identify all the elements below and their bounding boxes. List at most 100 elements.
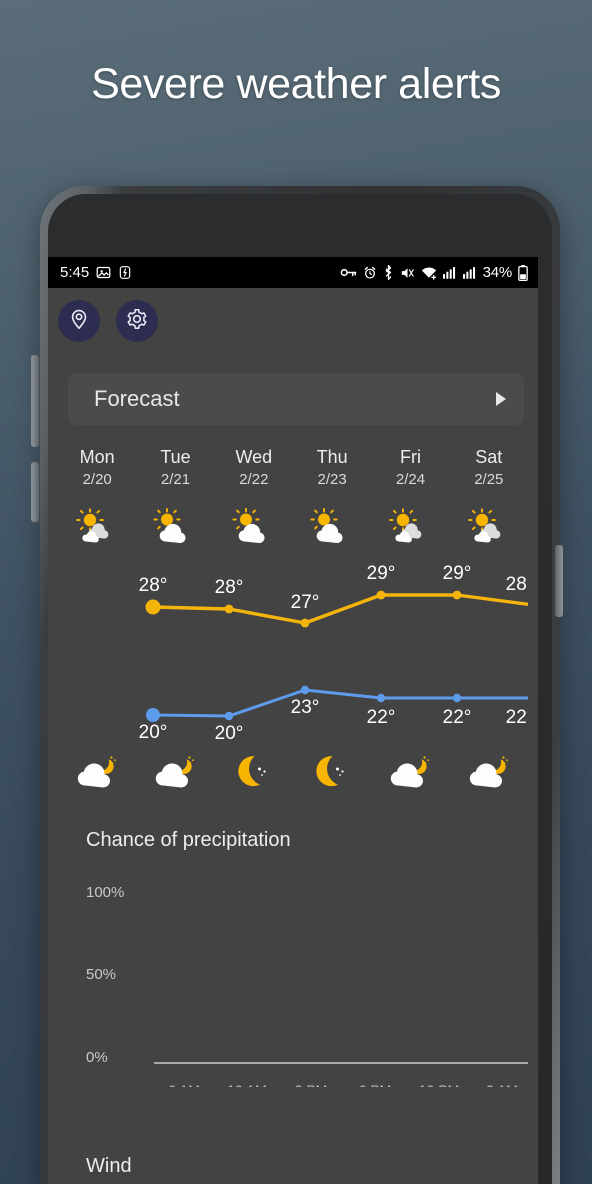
icon-cell: [371, 751, 449, 795]
phone-top-bezel: [48, 194, 552, 266]
low-temp-point: [146, 708, 160, 722]
precip-x-tick: 2 PM: [295, 1082, 328, 1087]
day-column[interactable]: Sat 2/25: [450, 447, 528, 503]
low-temp-point: [224, 711, 234, 721]
wifi-icon: [421, 266, 437, 280]
low-temp-point: [376, 693, 386, 703]
gear-icon: [126, 308, 148, 335]
sun-behind-cloud-icon: [387, 507, 433, 548]
alarm-icon: [363, 266, 377, 280]
forecast-label: Forecast: [94, 386, 180, 411]
status-bar-clock: 5:45: [60, 264, 90, 281]
day-column[interactable]: Mon 2/20: [58, 447, 136, 503]
status-bar-left: 5:45: [60, 264, 132, 281]
precip-x-tick: 2 AM: [486, 1082, 518, 1087]
sun-behind-cloud-icon: [309, 507, 355, 548]
high-temp-value: 28°: [215, 577, 244, 598]
high-temp-point: [376, 590, 386, 600]
icon-cell: [58, 751, 136, 795]
precip-x-tick: 6 PM: [359, 1082, 392, 1087]
precip-x-tick: 6 AM: [168, 1082, 200, 1087]
icon-cell: [293, 505, 371, 549]
crescent-moon-icon: [311, 754, 353, 793]
day-name: Tue: [160, 447, 191, 467]
app-badge-icon: [118, 265, 132, 280]
low-temp-line: [151, 688, 528, 718]
forecast-section-button[interactable]: Forecast: [68, 373, 524, 425]
high-temperature-chart: 28° 28° 27° 29° 29° 28°: [58, 557, 528, 657]
icon-cell: [136, 751, 214, 795]
top-action-buttons: [58, 300, 158, 342]
icon-cell: [450, 505, 528, 549]
image-icon: [96, 265, 111, 280]
low-temp-point: [452, 693, 462, 703]
page-title: Severe weather alerts: [91, 60, 501, 108]
day-column[interactable]: Fri 2/24: [371, 447, 449, 503]
mute-icon: [400, 266, 415, 280]
signal-sim2-icon: [462, 266, 477, 279]
sun-behind-cloud-icon: [152, 507, 198, 548]
low-temp-value: 22°: [443, 707, 472, 728]
forecast-days-header: Mon 2/20 Tue 2/21 Wed 2/22 Thu 2/23 Fri …: [58, 447, 528, 503]
precip-y-label: 100%: [86, 884, 124, 901]
volume-up-button[interactable]: [31, 355, 39, 447]
precip-y-label: 50%: [86, 966, 116, 983]
sun-behind-cloud-icon: [74, 507, 120, 548]
day-name: Mon: [79, 447, 115, 467]
battery-percent-label: 34%: [482, 264, 513, 281]
icon-cell: [450, 751, 528, 795]
day-date: 2/23: [317, 471, 347, 488]
icon-cell: [136, 505, 214, 549]
day-name: Wed: [235, 447, 273, 467]
high-temp-value: 27°: [291, 592, 320, 613]
crescent-moon-icon: [233, 754, 275, 793]
icon-cell: [215, 751, 293, 795]
high-temp-point: [452, 590, 462, 600]
battery-icon: [518, 264, 528, 281]
moon-behind-cloud-icon: [466, 754, 512, 793]
precip-y-label: 0%: [86, 1049, 108, 1066]
moon-behind-cloud-icon: [387, 754, 433, 793]
moon-behind-cloud-icon: [152, 754, 198, 793]
day-column[interactable]: Thu 2/23: [293, 447, 371, 503]
power-button[interactable]: [555, 545, 563, 617]
icon-cell: [293, 751, 371, 795]
icon-cell: [371, 505, 449, 549]
bluetooth-icon: [383, 265, 394, 280]
high-temp-point: [145, 599, 161, 615]
phone-screen: 5:45 34% Forecast Mon 2/20 Tue 2/21 Wed …: [48, 257, 538, 1184]
icon-cell: [215, 505, 293, 549]
high-temp-line: [151, 593, 528, 625]
settings-button[interactable]: [116, 300, 158, 342]
precip-x-tick: 10 PM: [419, 1082, 459, 1087]
chevron-right-icon: [496, 392, 506, 406]
low-temperature-chart: 20° 20° 23° 22° 22° 22°: [58, 653, 528, 753]
sun-behind-cloud-icon: [231, 507, 277, 548]
high-temp-point: [300, 618, 310, 628]
high-temp-point: [224, 604, 234, 614]
low-temp-value: 22°: [506, 707, 528, 728]
icon-cell: [58, 505, 136, 549]
day-date: 2/25: [474, 471, 504, 488]
low-temp-value: 23°: [291, 697, 320, 718]
sun-behind-cloud-icon: [466, 507, 512, 548]
volume-down-button[interactable]: [31, 462, 39, 522]
high-temp-value: 28°: [506, 574, 528, 595]
high-temp-value: 29°: [367, 563, 396, 584]
location-button[interactable]: [58, 300, 100, 342]
wind-section-title: Wind: [86, 1155, 132, 1177]
vpn-key-icon: [340, 266, 357, 279]
day-date: 2/21: [160, 471, 191, 488]
day-date: 2/24: [395, 471, 426, 488]
day-column[interactable]: Wed 2/22: [215, 447, 293, 503]
day-date: 2/22: [239, 471, 269, 488]
signal-sim1-icon: [442, 266, 457, 279]
daytime-condition-icons: [58, 505, 528, 549]
precip-x-tick: 10 AM: [227, 1082, 267, 1087]
precipitation-chart: 100% 50% 0% 6 AM 10 AM 2 PM 6 PM 10 PM 2…: [58, 867, 528, 1087]
day-name: Thu: [316, 447, 348, 467]
day-column[interactable]: Tue 2/21: [136, 447, 214, 503]
high-temp-value: 29°: [443, 563, 472, 584]
location-pin-icon: [68, 308, 90, 335]
day-name: Fri: [399, 447, 421, 467]
